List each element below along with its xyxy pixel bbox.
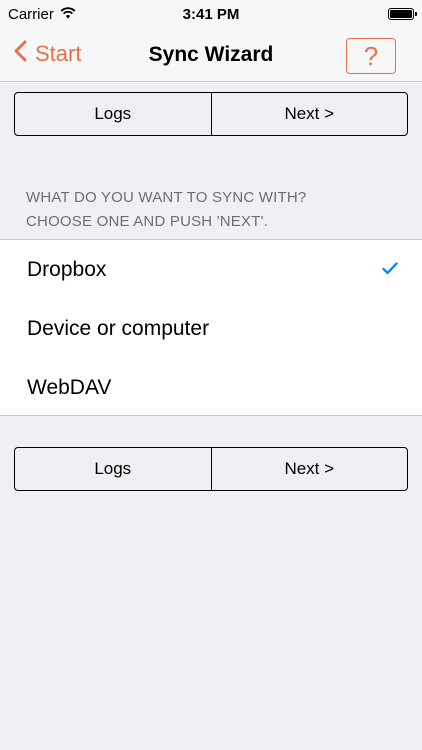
next-button[interactable]: Next > [210,93,408,135]
navigation-bar: Start Sync Wizard ? [0,30,422,82]
top-button-row: Logs Next > [14,92,408,136]
next-button[interactable]: Next > [210,448,408,490]
status-bar: Carrier 3:41 PM [0,0,422,30]
list-item-label: Device or computer [27,316,210,340]
list-item-label: WebDAV [27,375,112,399]
section-header-line-1: WHAT DO YOU WANT TO SYNC WITH? [26,189,307,206]
help-button[interactable]: ? [346,38,396,74]
logs-button[interactable]: Logs [15,93,211,135]
checkmark-icon [382,262,398,280]
section-header: WHAT DO YOU WANT TO SYNC WITH? CHOOSE ON… [26,186,406,234]
sync-options-list: Dropbox Device or computer WebDAV [0,239,422,416]
list-item-webdav[interactable]: WebDAV [0,358,422,417]
list-item-label: Dropbox [27,257,107,281]
section-header-line-2: CHOOSE ONE AND PUSH 'NEXT'. [26,213,269,230]
bottom-button-row: Logs Next > [14,447,408,491]
help-icon: ? [363,40,379,71]
list-item-device-or-computer[interactable]: Device or computer [0,299,422,358]
logs-button[interactable]: Logs [15,448,211,490]
battery-icon [388,8,417,20]
list-item-dropbox[interactable]: Dropbox [0,240,422,299]
status-time: 3:41 PM [182,6,240,23]
